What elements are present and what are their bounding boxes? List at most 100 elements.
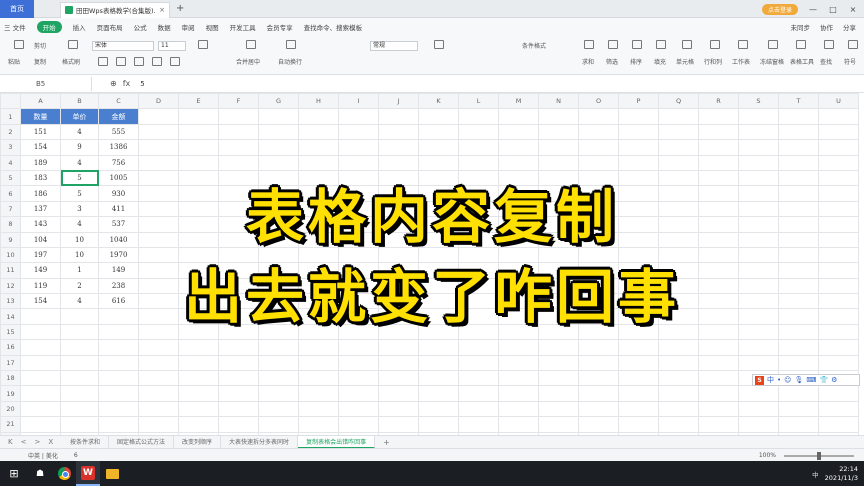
cell-d21[interactable] [138, 416, 179, 433]
column-header-i[interactable]: I [338, 93, 379, 110]
sheet-tab-active[interactable]: 复制表格会出错咋回事 [298, 435, 376, 449]
taskbar-app-ai[interactable]: ☗ [28, 461, 52, 486]
cell-t20[interactable] [778, 400, 819, 418]
cell-j17[interactable] [378, 354, 419, 372]
formula-input[interactable]: 5 [130, 80, 144, 88]
menu-home[interactable]: 开始 [36, 20, 62, 33]
cell-f19[interactable] [218, 385, 259, 402]
cell-g2[interactable] [258, 123, 299, 141]
cell-o4[interactable] [578, 154, 619, 171]
cell-c1[interactable]: 金额 [98, 108, 139, 125]
cell-g19[interactable] [258, 385, 299, 402]
cell-p1[interactable] [618, 108, 659, 125]
cell-h19[interactable] [298, 385, 339, 402]
cell-c17[interactable] [98, 354, 139, 372]
cell-m18[interactable] [498, 370, 539, 387]
sync-status[interactable]: 未同步 [791, 22, 811, 32]
cell-a17[interactable] [20, 354, 61, 372]
start-button[interactable]: ⊞ [0, 467, 28, 480]
cell-q3[interactable] [658, 139, 699, 156]
taskbar-app-explorer[interactable] [100, 461, 124, 486]
column-header-u[interactable]: U [818, 93, 859, 110]
number-format-select[interactable]: 常规 [370, 41, 418, 51]
column-header-h[interactable]: H [298, 93, 339, 110]
cell-e21[interactable] [178, 416, 219, 433]
cell-j3[interactable] [378, 139, 419, 156]
menu-insert[interactable]: 插入 [73, 22, 86, 32]
cell-i21[interactable] [338, 416, 379, 433]
cell-r16[interactable] [698, 339, 739, 356]
cell-l20[interactable] [458, 400, 499, 418]
sheet-tab[interactable]: 固定格式公式方法 [109, 435, 175, 449]
column-header-p[interactable]: P [618, 93, 659, 110]
cell-k21[interactable] [418, 416, 459, 433]
cell-b3[interactable]: 9 [60, 139, 99, 156]
cell-u3[interactable] [818, 139, 859, 156]
cell-a2[interactable]: 151 [20, 123, 61, 141]
cell-p19[interactable] [618, 385, 659, 402]
menu-data[interactable]: 数据 [158, 22, 171, 32]
cell-e4[interactable] [178, 154, 219, 171]
cell-f16[interactable] [218, 339, 259, 356]
select-all-corner[interactable] [0, 93, 21, 110]
cell-j16[interactable] [378, 339, 419, 356]
ime-settings-icon[interactable]: ⚙ [831, 376, 837, 384]
row-header[interactable]: 20 [0, 400, 21, 418]
cell-e17[interactable] [178, 354, 219, 372]
cell-m21[interactable] [498, 416, 539, 433]
cell-r3[interactable] [698, 139, 739, 156]
cell-i1[interactable] [338, 108, 379, 125]
cell-d17[interactable] [138, 354, 179, 372]
cell-q20[interactable] [658, 400, 699, 418]
cell-c20[interactable] [98, 400, 139, 418]
cell-b20[interactable] [60, 400, 99, 418]
cell-j18[interactable] [378, 370, 419, 387]
cell-s16[interactable] [738, 339, 779, 356]
cell-h2[interactable] [298, 123, 339, 141]
cell-u1[interactable] [818, 108, 859, 125]
cell-a21[interactable] [20, 416, 61, 433]
conditional-format-button[interactable]: 条件格式 [522, 41, 546, 50]
cell-p21[interactable] [618, 416, 659, 433]
cell-i19[interactable] [338, 385, 379, 402]
cell-p20[interactable] [618, 400, 659, 418]
sheet-tab[interactable]: 改变列顺序 [174, 435, 222, 449]
sort-icon[interactable] [630, 40, 644, 52]
cell-r1[interactable] [698, 108, 739, 125]
cell-h4[interactable] [298, 154, 339, 171]
cell-m4[interactable] [498, 154, 539, 171]
cell-q16[interactable] [658, 339, 699, 356]
symbol-icon[interactable] [846, 40, 860, 52]
cell-i20[interactable] [338, 400, 379, 418]
align-icon[interactable] [196, 40, 210, 52]
row-column-icon[interactable] [708, 40, 722, 52]
cell-n17[interactable] [538, 354, 579, 372]
share-button[interactable]: 分享 [843, 22, 856, 32]
sheet-tab[interactable]: 大表快速拆分多表同时 [221, 435, 299, 449]
input-mode-status[interactable]: 中英 | 美化 [28, 451, 58, 460]
filter-icon[interactable] [606, 40, 620, 52]
cell-k20[interactable] [418, 400, 459, 418]
cell-f2[interactable] [218, 123, 259, 141]
new-tab-button[interactable]: + [176, 3, 184, 14]
cell-r4[interactable] [698, 154, 739, 171]
ime-chinese-mode[interactable]: 中 [767, 375, 774, 385]
collaborate-button[interactable]: 协作 [820, 22, 833, 32]
cell-g3[interactable] [258, 139, 299, 156]
close-window-button[interactable]: × [848, 5, 858, 14]
row-header[interactable]: 17 [0, 354, 21, 372]
worksheet-icon[interactable] [736, 40, 750, 52]
command-search[interactable]: 查找命令、搜索模板 [304, 22, 363, 32]
find-icon[interactable] [822, 40, 836, 52]
cell-h16[interactable] [298, 339, 339, 356]
cell-l17[interactable] [458, 354, 499, 372]
cell-k16[interactable] [418, 339, 459, 356]
cell-i18[interactable] [338, 370, 379, 387]
cell-l16[interactable] [458, 339, 499, 356]
cell-h3[interactable] [298, 139, 339, 156]
cell-c3[interactable]: 1386 [98, 139, 139, 156]
cell-p16[interactable] [618, 339, 659, 356]
underline-icon[interactable] [132, 57, 146, 69]
column-header-l[interactable]: L [458, 93, 499, 110]
cell-l2[interactable] [458, 123, 499, 141]
